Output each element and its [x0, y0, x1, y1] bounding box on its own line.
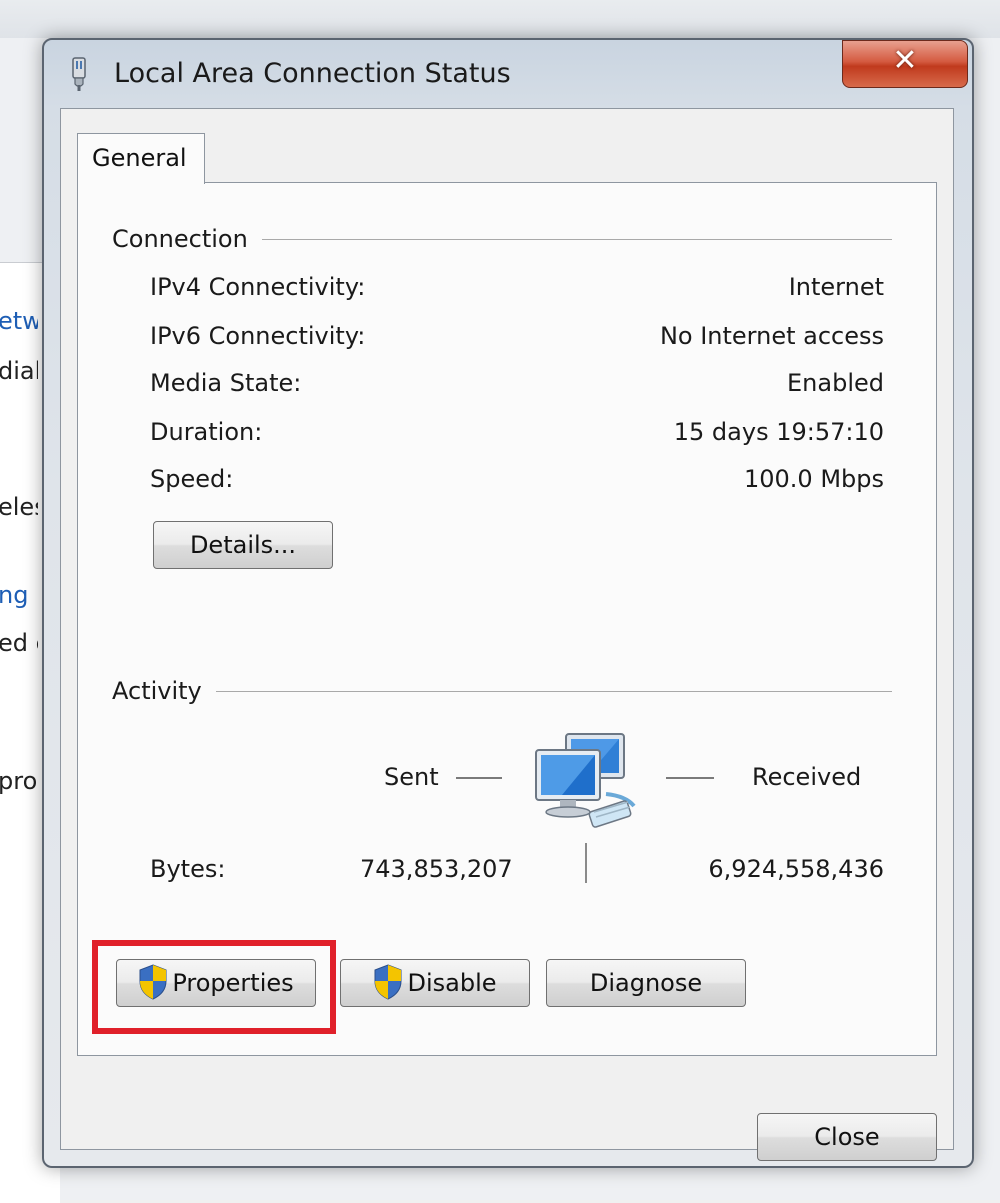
- ipv6-connectivity-value: No Internet access: [659, 322, 884, 350]
- received-connector-line: [666, 777, 714, 779]
- bytes-label: Bytes:: [150, 855, 226, 883]
- received-label: Received: [752, 763, 862, 791]
- sent-connector-line: [456, 777, 502, 779]
- duration-label: Duration:: [150, 418, 263, 446]
- dialog-client-area: General Connection IPv4 Connectivity: In…: [60, 108, 954, 1161]
- uac-shield-icon: [139, 964, 167, 1000]
- general-tab-panel: Connection IPv4 Connectivity: Internet I…: [77, 182, 937, 1056]
- media-state-value: Enabled: [787, 369, 884, 397]
- close-button[interactable]: Close: [757, 1113, 937, 1161]
- disable-button-label: Disable: [407, 969, 497, 997]
- diagnose-button[interactable]: Diagnose: [546, 959, 746, 1007]
- background-link-fragment[interactable]: etw: [0, 307, 38, 335]
- details-button[interactable]: Details...: [153, 521, 333, 569]
- bytes-sent-value: 743,853,207: [360, 855, 513, 883]
- ipv4-connectivity-label: IPv4 Connectivity:: [150, 273, 366, 301]
- properties-button-label: Properties: [172, 969, 294, 997]
- activity-group-divider: [112, 691, 892, 692]
- speed-label: Speed:: [150, 465, 234, 493]
- background-link-fragment[interactable]: ng: [0, 581, 38, 609]
- uac-shield-icon: [374, 964, 402, 1000]
- duration-value: 15 days 19:57:10: [673, 418, 884, 446]
- ipv4-connectivity-value: Internet: [788, 273, 884, 301]
- close-icon: ✕: [892, 43, 918, 78]
- background-text-fragment: ed c: [0, 629, 38, 657]
- tab-general[interactable]: General: [77, 133, 205, 184]
- window-title: Local Area Connection Status: [114, 58, 511, 89]
- bytes-received-value: 6,924,558,436: [708, 855, 884, 883]
- tab-general-label: General: [92, 144, 187, 172]
- sent-label: Sent: [384, 763, 439, 791]
- connection-group-label: Connection: [112, 225, 262, 253]
- background-titlebar: [0, 0, 1000, 38]
- network-adapter-icon: [72, 57, 86, 91]
- network-computers-icon: [535, 733, 636, 828]
- connection-status-dialog: Local Area Connection Status ✕ General C…: [42, 38, 974, 1168]
- properties-button[interactable]: Properties: [116, 959, 316, 1007]
- window-close-button[interactable]: ✕: [842, 40, 968, 88]
- background-text-fragment: eles: [0, 493, 38, 521]
- media-state-label: Media State:: [150, 369, 302, 397]
- bytes-divider: [585, 843, 587, 883]
- disable-button[interactable]: Disable: [340, 959, 530, 1007]
- activity-group-label: Activity: [112, 677, 216, 705]
- ipv6-connectivity-label: IPv6 Connectivity:: [150, 322, 366, 350]
- background-text-fragment: dial: [0, 357, 38, 385]
- background-text-fragment: prob: [0, 767, 38, 795]
- speed-value: 100.0 Mbps: [743, 465, 884, 493]
